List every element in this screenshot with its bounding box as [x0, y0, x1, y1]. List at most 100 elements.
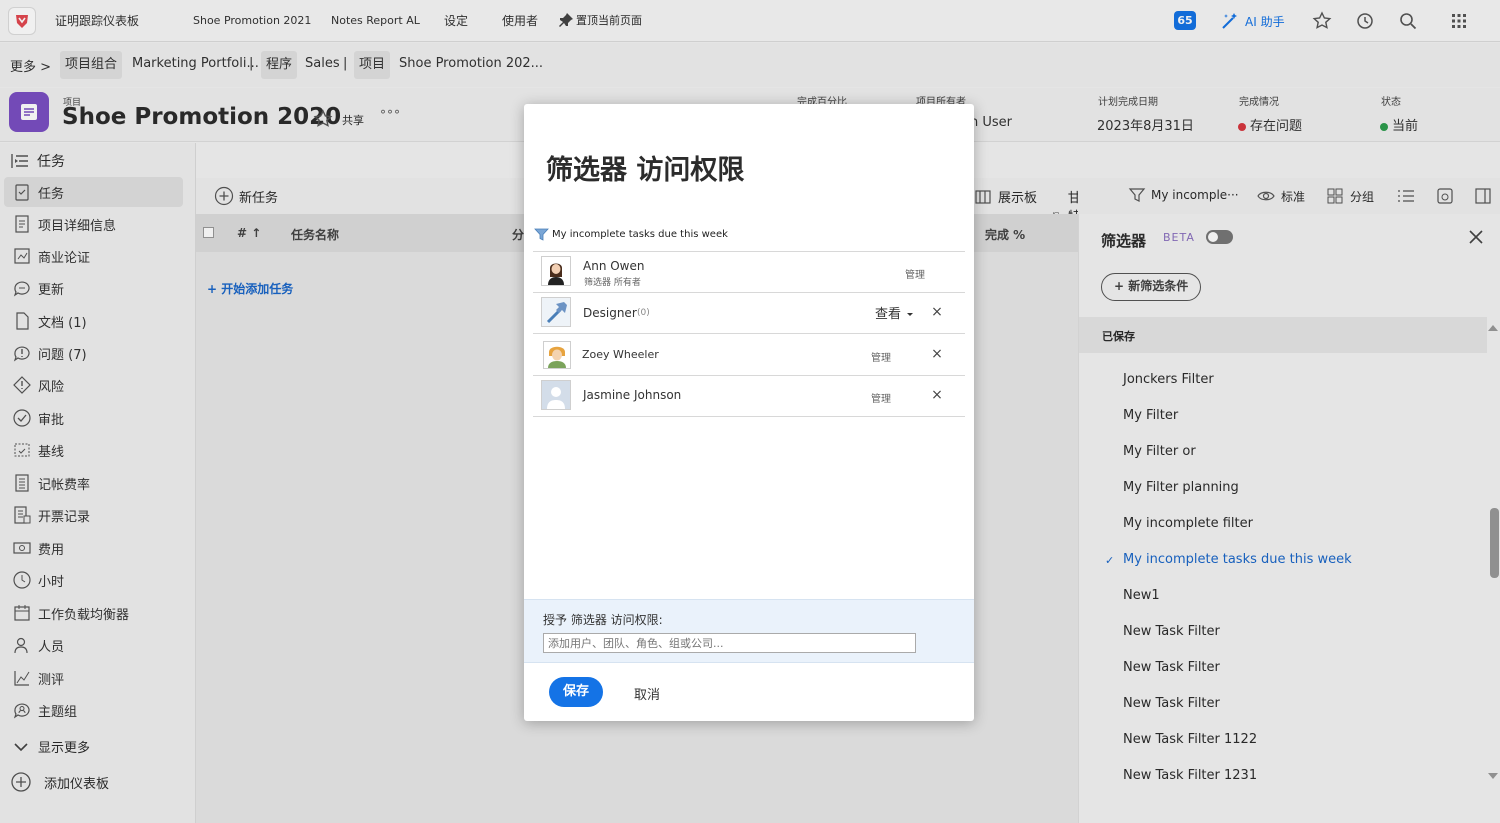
- export-icon[interactable]: [1436, 187, 1454, 205]
- app-logo-icon[interactable]: [8, 7, 36, 35]
- saved-filters-header: 已保存: [1079, 317, 1487, 353]
- saved-filter-item[interactable]: My incomplete tasks due this week: [1123, 552, 1352, 567]
- new-task-button[interactable]: 新任务: [214, 186, 278, 206]
- notification-count-badge[interactable]: 65: [1174, 11, 1196, 30]
- saved-filter-item[interactable]: My Filter planning: [1123, 480, 1239, 495]
- sidebar-item[interactable]: 问题 (7): [0, 338, 196, 368]
- sidebar-item[interactable]: 基线: [0, 435, 196, 465]
- user-name: Zoey Wheeler: [582, 348, 659, 361]
- breadcrumb-program-link[interactable]: Sales: [305, 56, 340, 71]
- sidebar-item[interactable]: 费用: [0, 533, 196, 563]
- add-dashboard-button[interactable]: 添加仪表板: [10, 771, 109, 793]
- meta-planned-date-value[interactable]: 2023年8月31日: [1097, 115, 1194, 134]
- sidebar-collapse-header[interactable]: 任务: [10, 151, 65, 171]
- filter-panel-title: 筛选器: [1101, 232, 1147, 250]
- group-select-button[interactable]: 分组: [1326, 187, 1374, 205]
- sidebar-item[interactable]: 测评: [0, 663, 196, 693]
- sidebar-item[interactable]: 人员: [0, 630, 196, 660]
- saved-filter-item[interactable]: New Task Filter 1231: [1123, 768, 1257, 783]
- column-task-name-header[interactable]: 任务名称: [291, 226, 339, 243]
- sidebar-item[interactable]: 开票记录: [0, 500, 196, 530]
- view-select-button[interactable]: 标准: [1257, 187, 1305, 205]
- breadcrumb: 更多 > 项目组合 Marketing Portfoli... | 程序 Sal…: [0, 43, 1500, 87]
- saved-filter-item[interactable]: Jonckers Filter: [1123, 372, 1214, 387]
- nav-tab-notes-report[interactable]: Notes Report AL: [331, 14, 420, 27]
- saved-filter-item[interactable]: New Task Filter 1122: [1123, 732, 1257, 747]
- sidebar-item[interactable]: 主题组: [0, 695, 196, 725]
- saved-filter-item[interactable]: My Filter: [1123, 408, 1178, 423]
- history-icon[interactable]: [1355, 11, 1375, 31]
- user-avatar-icon: [541, 380, 571, 410]
- start-adding-tasks-link[interactable]: + 开始添加任务: [207, 280, 293, 297]
- column-partial-header[interactable]: 分: [512, 226, 524, 243]
- new-filter-condition-button[interactable]: + 新筛选条件: [1101, 273, 1202, 301]
- issue-icon: [13, 346, 30, 362]
- saved-filter-item[interactable]: New Task Filter: [1123, 696, 1220, 711]
- nav-tab-shoe-promotion-2021[interactable]: Shoe Promotion 2021: [193, 14, 311, 27]
- pin-page-button[interactable]: 置顶当前页面: [558, 12, 642, 28]
- nav-tab-settings[interactable]: 设定: [444, 12, 468, 29]
- beta-toggle[interactable]: [1206, 230, 1233, 244]
- scroll-up-icon[interactable]: [1487, 324, 1499, 332]
- meta-condition-value[interactable]: 存在问题: [1238, 115, 1302, 134]
- more-options-button[interactable]: °°°: [380, 108, 401, 122]
- column-percent-complete-header[interactable]: 完成 %: [985, 226, 1025, 243]
- side-panel-icon[interactable]: [1474, 187, 1492, 205]
- column-number-header[interactable]: # ↑: [237, 226, 261, 240]
- close-icon[interactable]: [1468, 229, 1484, 245]
- search-icon[interactable]: [1398, 11, 1418, 31]
- user-avatar-icon: [541, 256, 571, 286]
- sidebar-item[interactable]: 更新: [0, 273, 196, 303]
- favorite-star-icon[interactable]: [313, 109, 333, 129]
- saved-filter-item[interactable]: My incomplete filter: [1123, 516, 1253, 531]
- cancel-button[interactable]: 取消: [634, 684, 660, 703]
- sidebar-item[interactable]: 风险: [0, 370, 196, 400]
- sidebar-item[interactable]: 文档 (1): [0, 306, 196, 336]
- user-name: Jasmine Johnson: [583, 388, 682, 402]
- nav-tab-users[interactable]: 使用者: [502, 12, 538, 29]
- scrollbar-thumb[interactable]: [1490, 508, 1499, 578]
- save-button[interactable]: 保存: [549, 677, 603, 707]
- sidebar-item[interactable]: 商业论证: [0, 241, 196, 271]
- sidebar-item-label: 测评: [38, 672, 65, 688]
- saved-filter-item[interactable]: New Task Filter: [1123, 660, 1220, 675]
- app-grid-icon[interactable]: [1449, 11, 1469, 31]
- board-icon: [975, 189, 991, 204]
- remove-access-button[interactable]: ×: [931, 387, 943, 403]
- select-all-checkbox[interactable]: [203, 227, 214, 238]
- scroll-down-icon[interactable]: [1487, 772, 1499, 780]
- pin-icon: [559, 13, 573, 27]
- board-view-button[interactable]: 展示板: [974, 187, 1037, 206]
- view-toolbar: My incomple··· 标准 分组: [1078, 178, 1500, 214]
- ai-assistant-label: AI 助手: [1245, 14, 1285, 29]
- permission-dropdown[interactable]: 查看: [875, 303, 915, 322]
- business-case-icon: [14, 248, 30, 264]
- filter-select-button[interactable]: My incomple···: [1128, 186, 1239, 204]
- sidebar-item[interactable]: 项目详细信息: [0, 209, 196, 239]
- project-title: Shoe Promotion 2020: [62, 104, 342, 130]
- sidebar-item-label: 更新: [38, 282, 65, 298]
- star-icon[interactable]: [1312, 11, 1332, 31]
- breadcrumb-more[interactable]: 更多 >: [10, 56, 51, 75]
- show-more-button[interactable]: 显示更多: [12, 737, 90, 756]
- saved-filter-item[interactable]: New1: [1123, 588, 1160, 603]
- list-settings-icon[interactable]: [1396, 187, 1416, 205]
- share-button[interactable]: 共享: [342, 112, 364, 128]
- sidebar-item[interactable]: 审批: [0, 403, 196, 433]
- remove-access-button[interactable]: ×: [931, 346, 943, 362]
- sidebar-item[interactable]: 记帐费率: [0, 468, 196, 498]
- sidebar-item[interactable]: 工作负载均衡器: [0, 598, 196, 628]
- dashboard-title[interactable]: 证明跟踪仪表板: [55, 12, 139, 29]
- sidebar-item[interactable]: 小时: [0, 565, 196, 595]
- filter-access-modal: 筛选器 访问权限 My incomplete tasks due this we…: [524, 104, 974, 721]
- grant-access-input[interactable]: [543, 633, 916, 653]
- meta-status-value[interactable]: 当前: [1380, 115, 1418, 134]
- sidebar-item[interactable]: 任务: [4, 177, 183, 207]
- breadcrumb-project-link[interactable]: Shoe Promotion 202...: [399, 56, 543, 71]
- remove-access-button[interactable]: ×: [931, 304, 943, 320]
- breadcrumb-portfolio-link[interactable]: Marketing Portfoli...: [132, 56, 259, 71]
- meta-owner-value[interactable]: n User: [970, 115, 1012, 130]
- ai-assistant-button[interactable]: AI 助手: [1220, 11, 1285, 31]
- saved-filter-item[interactable]: My Filter or: [1123, 444, 1196, 459]
- saved-filter-item[interactable]: New Task Filter: [1123, 624, 1220, 639]
